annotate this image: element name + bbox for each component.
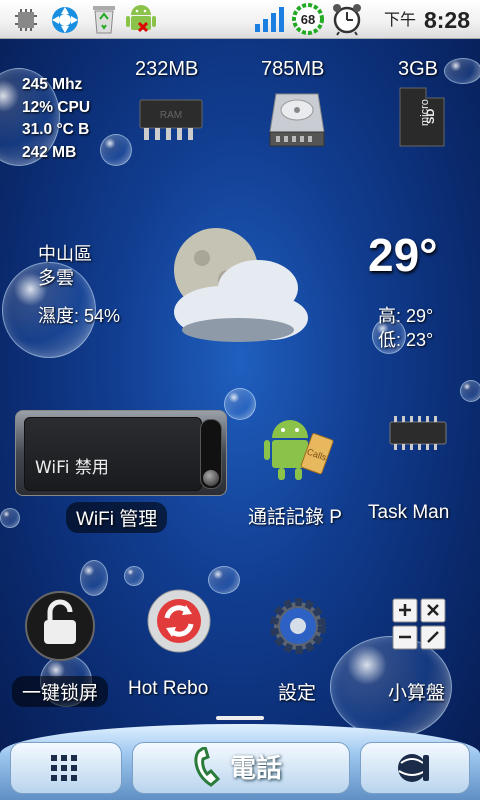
alarm-clock-icon xyxy=(331,2,363,40)
bubble-decoration xyxy=(444,58,480,84)
browser-icon xyxy=(50,5,80,39)
svg-text:SD: SD xyxy=(425,109,437,124)
task-manager-chip-icon[interactable] xyxy=(386,414,450,458)
phone-label: 電話 xyxy=(230,753,283,783)
clock-time: 8:28 xyxy=(423,7,470,33)
sdcard-free-label: 3GB xyxy=(398,58,439,80)
browser-dock-button[interactable] xyxy=(360,742,470,794)
weather-low: 低: 23° xyxy=(378,330,434,350)
microsd-card-icon[interactable]: micro SD xyxy=(396,86,448,152)
hard-drive-icon[interactable] xyxy=(266,88,328,154)
bubble-decoration xyxy=(0,508,20,528)
reboot-icon[interactable] xyxy=(146,588,212,658)
bubble-decoration xyxy=(224,388,256,420)
system-stats-widget[interactable]: 245 Mhz 12% CPU 31.0 °C B 242 MB xyxy=(22,74,90,164)
padlock-icon[interactable] xyxy=(24,590,96,666)
memory-free: 242 MB xyxy=(22,143,77,161)
call-log-android-icon[interactable]: Calls xyxy=(262,410,336,490)
bubble-decoration xyxy=(208,566,240,594)
app-label-task-manager: Task Man xyxy=(368,502,450,523)
recycle-bin-icon xyxy=(90,3,118,39)
weather-condition: 多雲 xyxy=(38,268,74,288)
bubble-decoration xyxy=(460,380,480,402)
browser-globe-icon xyxy=(395,751,431,789)
calculator-icon[interactable] xyxy=(392,598,446,654)
app-drawer-grid-icon xyxy=(49,753,79,787)
android-remove-icon xyxy=(125,1,157,41)
app-label-settings: 設定 xyxy=(278,683,317,704)
wifi-widget-label: WiFi 管理 xyxy=(66,502,168,533)
status-clock[interactable]: 下午 8:28 xyxy=(384,6,470,34)
weather-temperature: 29° xyxy=(368,229,438,281)
signal-bars-icon xyxy=(254,6,286,36)
bubble-decoration xyxy=(100,134,132,166)
sdcard-icon xyxy=(14,8,38,36)
weather-high: 高: 29° xyxy=(378,306,434,326)
dock-handle[interactable] xyxy=(216,716,264,720)
settings-gear-icon[interactable] xyxy=(266,594,330,662)
wifi-switch-knob xyxy=(203,470,219,486)
wifi-toggle-widget[interactable]: WiFi 禁用 xyxy=(15,410,227,496)
battery-level-text: 68 xyxy=(301,12,315,27)
app-label-hot-reboot: Hot Rebo xyxy=(128,678,209,699)
ram-chip-icon[interactable]: RAM xyxy=(136,96,206,146)
cpu-usage: 12% CPU xyxy=(22,98,91,116)
app-drawer-button[interactable] xyxy=(10,742,122,794)
wifi-status-text: WiFi 禁用 xyxy=(35,458,109,478)
storage-free-label: 785MB xyxy=(261,58,325,80)
status-bar[interactable]: 68 下午 8:28 xyxy=(0,0,480,39)
ram-free-label: 232MB xyxy=(135,58,199,80)
weather-humidity: 濕度: 54% xyxy=(38,306,121,326)
cloudy-moon-icon[interactable] xyxy=(158,222,314,354)
battery-temperature: 31.0 °C B xyxy=(22,121,90,138)
app-label-call-log: 通話記錄 P xyxy=(248,507,342,528)
cpu-frequency: 245 Mhz xyxy=(22,76,83,93)
app-label-calculator: 小算盤 xyxy=(388,683,446,704)
svg-text:RAM: RAM xyxy=(160,110,182,121)
wifi-switch[interactable] xyxy=(200,419,222,489)
battery-circle-icon: 68 xyxy=(291,2,325,40)
phone-handset-icon xyxy=(191,744,227,793)
bubble-decoration xyxy=(124,566,144,586)
clock-ampm: 下午 xyxy=(383,12,416,29)
app-label-lock-screen: 一键锁屏 xyxy=(12,676,109,707)
wifi-status-display: WiFi 禁用 xyxy=(24,417,202,491)
weather-district: 中山區 xyxy=(38,244,92,264)
